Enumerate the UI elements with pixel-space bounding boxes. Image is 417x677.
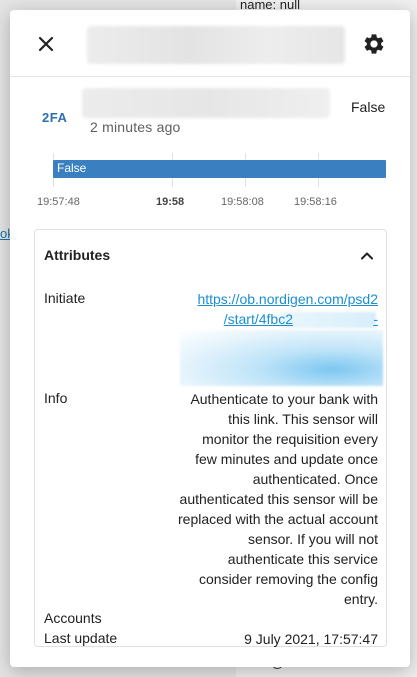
initiate-link-line3[interactable]: -: [373, 309, 378, 329]
gear-icon: [364, 34, 384, 54]
history-timeline: False 19:57:48 19:58 19:58:08 19:58:16: [10, 150, 410, 210]
attributes-title: Attributes: [44, 247, 111, 263]
timeline-state-bar[interactable]: [53, 160, 386, 178]
entity-dialog: 2FA 2 minutes ago False False 19:57:48 1…: [10, 10, 410, 667]
initiate-link-redacted-block: [180, 330, 383, 386]
settings-button[interactable]: [362, 32, 386, 56]
initiate-link-line1[interactable]: https://ob.nordigen.com/psd2: [197, 289, 378, 309]
timeline-bar-label: False: [57, 161, 87, 175]
accounts-label: Accounts: [44, 610, 102, 626]
last-update-value: 9 July 2021, 17:57:47: [244, 631, 378, 647]
dialog-header: [10, 10, 410, 77]
two-factor-icon: 2FA: [42, 110, 68, 125]
initiate-label: Initiate: [44, 290, 86, 306]
entity-state: False: [351, 99, 386, 115]
initiate-link-line2-row: /start/4fbc2 -: [197, 309, 378, 329]
collapse-toggle[interactable]: [358, 247, 376, 265]
chevron-up-icon: [361, 252, 373, 260]
last-changed-text: 2 minutes ago: [90, 119, 181, 135]
close-button[interactable]: [34, 32, 58, 56]
entity-name-redacted: [82, 88, 330, 118]
timeline-tick-label: 19:58:16: [294, 196, 337, 208]
initiate-link[interactable]: https://ob.nordigen.com/psd2 /start/4fbc…: [197, 289, 378, 329]
last-update-label: Last update: [44, 630, 118, 646]
initiate-link-line2[interactable]: /start/4fbc2: [224, 309, 293, 329]
timeline-tick-label: 19:57:48: [37, 196, 80, 208]
timeline-tick-label: 19:58:08: [221, 196, 264, 208]
dialog-title-redacted: [87, 26, 345, 64]
close-icon: [38, 36, 54, 52]
info-label: Info: [44, 390, 68, 406]
attributes-panel: Attributes Initiate https://ob.nordigen.…: [34, 229, 387, 647]
timeline-tick-label: 19:58: [156, 196, 185, 208]
info-value: Authenticate to your bank with this link…: [178, 391, 379, 607]
